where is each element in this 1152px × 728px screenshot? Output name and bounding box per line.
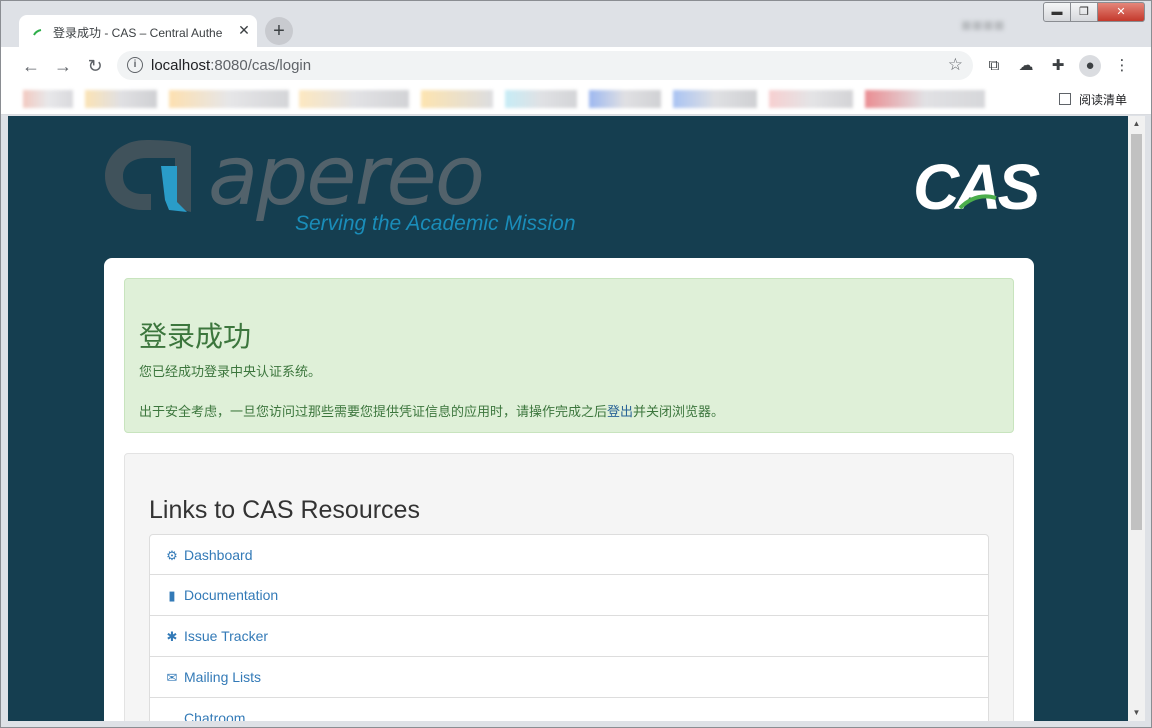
bookmark-star-icon[interactable]: ☆ — [948, 55, 963, 75]
bookmark-blurred[interactable] — [299, 90, 409, 108]
login-success-alert: 登录成功 您已经成功登录中央认证系统。 出于安全考虑，一旦您访问过那些需要您提供… — [124, 278, 1014, 433]
forward-arrow-icon[interactable]: → — [51, 54, 75, 78]
resources-list: ⚙ Dashboard ▮ Documentation ✱ Issue Tracker… — [149, 534, 989, 721]
tab-strip: 登录成功 - CAS – Central Authe ✕ + ■■■■ ▬ ❐ … — [1, 1, 1151, 48]
resource-label: Chatroom — [184, 710, 246, 721]
bookmark-blurred[interactable] — [673, 90, 757, 108]
profile-avatar-icon[interactable]: ● — [1079, 55, 1101, 77]
extension-icon[interactable]: ⧉ — [983, 55, 1005, 77]
tab-close-icon[interactable]: ✕ — [235, 21, 253, 39]
envelope-icon: ✉ — [166, 670, 178, 685]
reload-icon[interactable]: ↻ — [83, 54, 107, 78]
address-bar[interactable]: i localhost:8080/cas/login ☆ — [117, 51, 973, 80]
comment-icon: … — [165, 711, 179, 721]
bookmark-blurred[interactable] — [865, 90, 985, 108]
extensions-puzzle-icon[interactable]: ✚ — [1047, 55, 1069, 77]
logout-link[interactable]: 登出 — [607, 404, 633, 419]
back-arrow-icon[interactable]: ← — [19, 54, 43, 78]
bookmark-blurred[interactable] — [421, 90, 493, 108]
resource-link-mailing-lists[interactable]: ✉ Mailing Lists — [149, 657, 989, 698]
resource-link-issue-tracker[interactable]: ✱ Issue Tracker — [149, 616, 989, 657]
bookmark-blurred[interactable] — [85, 90, 157, 108]
resource-label: Dashboard — [184, 547, 253, 563]
content-card: 登录成功 您已经成功登录中央认证系统。 出于安全考虑，一旦您访问过那些需要您提供… — [104, 258, 1034, 721]
file-icon: ▮ — [168, 588, 176, 603]
minimize-button[interactable]: ▬ — [1043, 2, 1071, 22]
scroll-up-icon[interactable]: ▲ — [1128, 116, 1145, 132]
loading-icon — [33, 29, 42, 36]
extension-cloud-icon[interactable]: ☁ — [1015, 55, 1037, 77]
site-info-icon[interactable]: i — [127, 57, 143, 73]
success-heading: 登录成功 — [139, 321, 252, 352]
resource-label: Issue Tracker — [184, 628, 269, 644]
cogs-icon: ⚙ — [166, 548, 178, 563]
apereo-mark-icon — [105, 140, 191, 212]
menu-kebab-icon[interactable]: ⋮ — [1111, 55, 1133, 77]
blurred-area: ■■■■ — [961, 15, 1005, 35]
bookmark-blurred[interactable] — [589, 90, 661, 108]
reading-list-button[interactable]: 阅读清单 — [1059, 91, 1127, 108]
new-tab-button[interactable]: + — [265, 17, 293, 45]
reading-list-icon — [1059, 93, 1071, 105]
resource-link-dashboard[interactable]: ⚙ Dashboard — [149, 534, 989, 575]
bookmark-blurred[interactable] — [769, 90, 853, 108]
security-notice: 出于安全考虑，一旦您访问过那些需要您提供凭证信息的应用时，请操作完成之后登出并关… — [139, 404, 725, 419]
bookmarks-bar: 阅读清单 — [1, 85, 1151, 115]
resource-link-chatroom[interactable]: … Chatroom — [149, 698, 989, 721]
resources-heading: Links to CAS Resources — [149, 496, 420, 524]
scrollbar-thumb[interactable] — [1131, 134, 1142, 530]
bug-icon: ✱ — [166, 629, 178, 644]
apereo-tagline: Serving the Academic Mission — [295, 212, 576, 235]
bookmark-blurred[interactable] — [505, 90, 577, 108]
scroll-down-icon[interactable]: ▼ — [1128, 705, 1145, 721]
browser-toolbar: ← → ↻ i localhost:8080/cas/login ☆ ⧉ ☁ ✚… — [1, 47, 1151, 85]
tab-active[interactable]: 登录成功 - CAS – Central Authe ✕ — [19, 15, 257, 48]
page-scrollbar[interactable]: ▲ ▼ — [1128, 116, 1145, 721]
cas-swoosh-icon — [958, 194, 997, 210]
apereo-logo[interactable]: apereo Serving the Academic Mission — [103, 136, 583, 241]
cas-resources-panel: Links to CAS Resources ⚙ Dashboard ▮ Docum… — [124, 453, 1014, 721]
maximize-button[interactable]: ❐ — [1070, 2, 1098, 22]
page-viewport: apereo Serving the Academic Mission CAS … — [8, 116, 1128, 721]
success-message: 您已经成功登录中央认证系统。 — [139, 364, 322, 379]
browser-window: 登录成功 - CAS – Central Authe ✕ + ■■■■ ▬ ❐ … — [0, 0, 1152, 728]
tab-title: 登录成功 - CAS – Central Authe — [53, 26, 223, 40]
bookmark-blurred[interactable] — [169, 90, 289, 108]
url-text[interactable]: localhost:8080/cas/login — [151, 57, 311, 74]
bookmark-blurred[interactable] — [23, 90, 73, 108]
close-window-button[interactable]: ✕ — [1097, 2, 1145, 22]
apereo-wordmark: apereo — [208, 129, 485, 224]
resource-link-documentation[interactable]: ▮ Documentation — [149, 575, 989, 616]
resource-label: Mailing Lists — [184, 669, 262, 685]
resource-label: Documentation — [184, 587, 279, 603]
